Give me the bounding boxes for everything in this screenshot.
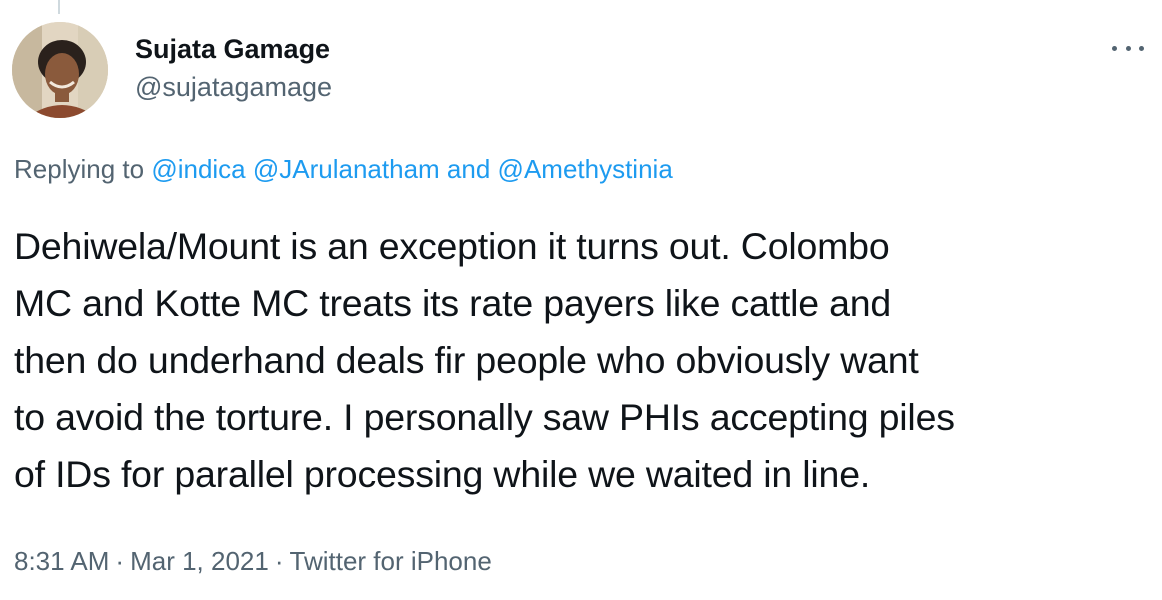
more-horizontal-icon (1125, 45, 1131, 51)
more-horizontal-icon (1112, 45, 1117, 51)
mention-link[interactable]: @Amethystinia (498, 154, 673, 184)
more-horizontal-icon (1139, 45, 1144, 51)
tweet-text-line: of IDs for parallel processing while we … (14, 453, 871, 495)
meta-separator: · (274, 546, 284, 576)
tweet-text: Dehiwela/Mount is an exception it turns … (14, 218, 1154, 503)
mention-link[interactable]: @indica (151, 154, 245, 184)
avatar-photo (12, 22, 108, 118)
mention-conjunction: and (446, 154, 491, 184)
avatar[interactable] (12, 22, 108, 118)
tweet-date[interactable]: Mar 1, 2021 (130, 546, 269, 576)
tweet-metadata: 8:31 AM · Mar 1, 2021 · Twitter for iPhone (14, 546, 492, 577)
replying-to-label: Replying to (14, 154, 145, 184)
tweet-text-line: then do underhand deals fir people who o… (14, 339, 919, 381)
replying-to: Replying to @indica @JArulanatham and @A… (14, 154, 673, 185)
author-name[interactable]: Sujata Gamage (135, 34, 330, 65)
thread-connector-line (58, 0, 60, 14)
mention-link[interactable]: @JArulanatham (253, 154, 440, 184)
tweet-text-line: to avoid the torture. I personally saw P… (14, 396, 955, 438)
more-options-button[interactable] (1112, 34, 1144, 62)
author-handle[interactable]: @sujatagamage (135, 72, 332, 103)
tweet-text-line: Dehiwela/Mount is an exception it turns … (14, 225, 890, 267)
tweet-text-line: MC and Kotte MC treats its rate payers l… (14, 282, 892, 324)
meta-separator: · (115, 546, 125, 576)
tweet-time[interactable]: 8:31 AM (14, 546, 109, 576)
tweet-source[interactable]: Twitter for iPhone (290, 546, 492, 576)
